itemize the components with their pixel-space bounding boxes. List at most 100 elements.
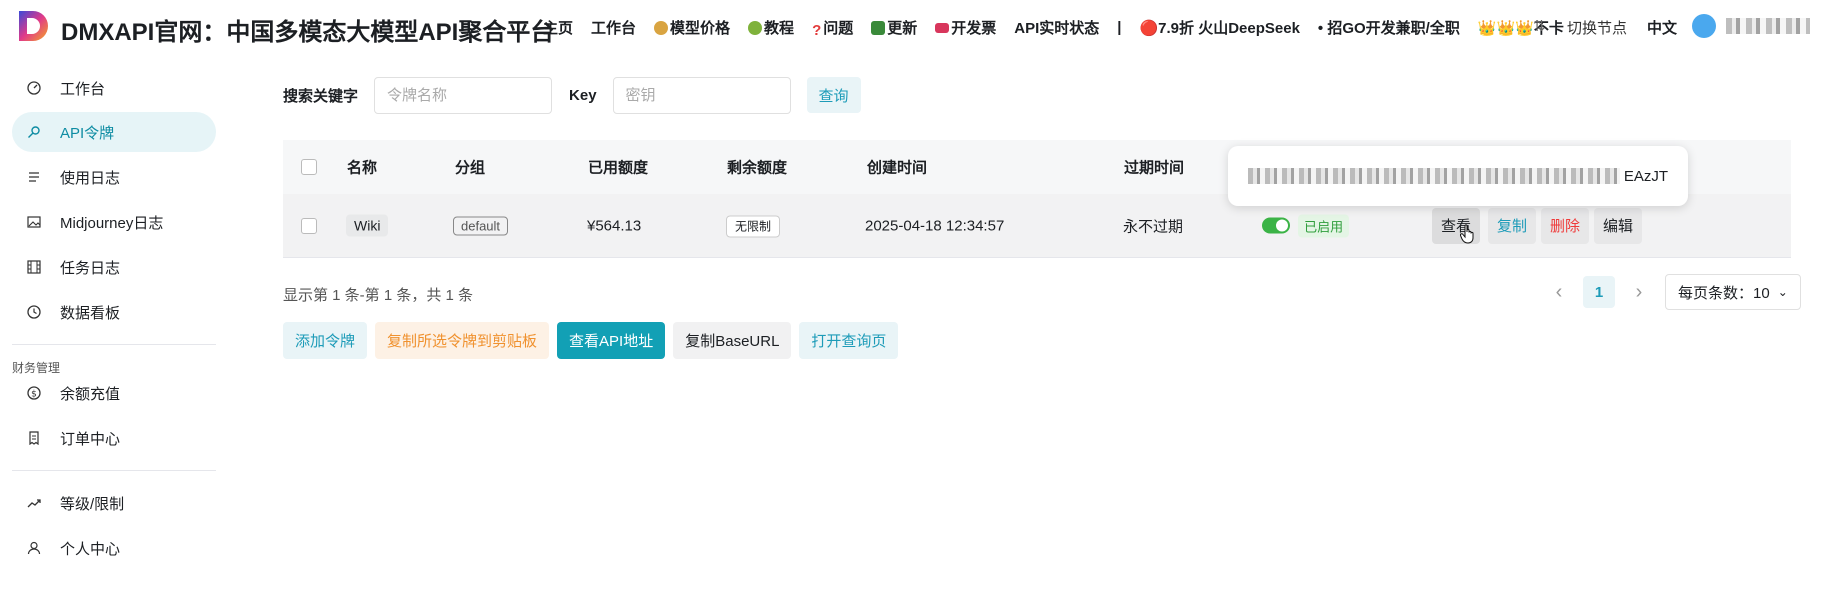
hand-cursor-icon	[1460, 224, 1474, 244]
top-header: DMXAPI官网：中国多模态大模型API聚合平台 主页 工作台 模型价格 教程 …	[0, 0, 1840, 52]
key-input[interactable]	[612, 76, 791, 114]
language-switch[interactable]: 中文	[1647, 17, 1677, 38]
sidebar-divider	[12, 470, 216, 471]
status-badge: 已启用	[1298, 214, 1350, 237]
page-number[interactable]: 1	[1583, 276, 1615, 308]
nav-model-price[interactable]: 模型价格	[654, 17, 730, 38]
sidebar-item-data-board[interactable]: 数据看板	[12, 292, 216, 332]
sidebar-divider	[12, 344, 216, 345]
user-icon	[26, 540, 42, 556]
next-page-icon[interactable]: ›	[1625, 281, 1653, 304]
delete-button[interactable]: 删除	[1541, 207, 1590, 244]
sidebar-item-level-limit[interactable]: 等级/限制	[12, 483, 216, 523]
key-label: Key	[569, 86, 597, 104]
nav-promo-hiring[interactable]: • 招GO开发兼职/全职	[1318, 17, 1460, 38]
query-button[interactable]: 查询	[806, 77, 861, 113]
nav-invoice[interactable]: 开发票	[935, 17, 996, 38]
log-icon	[26, 169, 42, 185]
view-api-address-button[interactable]: 查看API地址	[557, 322, 666, 359]
site-title[interactable]: DMXAPI官网：中国多模态大模型API聚合平台	[61, 12, 554, 47]
column-header: 分组	[455, 159, 486, 177]
nav-promo-deepseek[interactable]: 🔴7.9折 火山DeepSeek	[1140, 17, 1300, 38]
moneybag-icon	[654, 21, 669, 35]
clock-icon	[26, 304, 42, 320]
open-query-page-button[interactable]: 打开查询页	[799, 322, 899, 359]
search-bar: 搜索关键字 Key 查询	[283, 76, 861, 114]
sidebar-item-usage-log[interactable]: 使用日志	[12, 157, 216, 197]
prev-page-icon[interactable]: ‹	[1545, 281, 1573, 304]
column-header: 已用额度	[588, 159, 649, 177]
keyword-label: 搜索关键字	[283, 87, 359, 105]
sidebar-item-midjourney-log[interactable]: Midjourney日志	[12, 202, 216, 242]
key-popover: EAzJT	[1228, 146, 1688, 206]
trend-icon	[26, 495, 42, 511]
sidebar-item-label: 个人中心	[60, 540, 121, 558]
nav-updates[interactable]: 更新	[871, 17, 917, 38]
nav-workbench[interactable]: 工作台	[591, 17, 636, 38]
sidebar-item-orders[interactable]: 订单中心	[12, 418, 216, 458]
used-quota: ¥564.13	[587, 217, 642, 234]
action-bar: 添加令牌 复制所选令牌到剪贴板 查看API地址 复制BaseURL 打开查询页	[283, 322, 906, 359]
add-token-button[interactable]: 添加令牌	[283, 322, 368, 359]
sidebar-item-profile[interactable]: 个人中心	[12, 528, 216, 568]
nav-home[interactable]: 主页	[543, 17, 573, 38]
sidebar-item-label: Midjourney日志	[60, 214, 164, 232]
nav-faq[interactable]: ? 问题	[812, 17, 853, 39]
dashboard-icon	[26, 80, 42, 96]
image-icon	[26, 214, 42, 230]
sidebar-item-workbench[interactable]: 工作台	[12, 68, 216, 108]
nav-tutorial[interactable]: 教程	[748, 17, 794, 38]
sidebar-item-label: 等级/限制	[60, 495, 125, 513]
key-icon	[26, 124, 42, 140]
ticket-icon	[935, 23, 950, 33]
column-header: 名称	[347, 159, 378, 177]
row-checkbox[interactable]	[301, 217, 317, 234]
select-all-checkbox[interactable]	[301, 159, 317, 175]
copy-selected-button[interactable]: 复制所选令牌到剪贴板	[375, 322, 550, 359]
avatar[interactable]	[1692, 14, 1716, 38]
token-name-input[interactable]	[374, 76, 553, 114]
question-icon: ?	[812, 22, 822, 39]
sidebar-item-label: 余额充值	[60, 385, 121, 403]
sidebar-item-label: API令牌	[60, 124, 115, 142]
column-header: 剩余额度	[727, 159, 788, 177]
chevron-down-icon: ⌄	[1777, 285, 1788, 299]
copy-baseurl-button[interactable]: 复制BaseURL	[673, 322, 792, 359]
receipt-icon	[26, 430, 42, 446]
switch-node-icon[interactable]: ⇅	[1533, 17, 1546, 35]
switch-node-button[interactable]: 切换节点	[1567, 17, 1627, 38]
nav-api-status[interactable]: API实时状态	[1014, 17, 1099, 38]
username-redacted[interactable]	[1726, 18, 1810, 34]
sidebar-item-label: 数据看板	[60, 304, 121, 322]
group-tag: default	[453, 216, 509, 235]
sidebar-item-api-tokens[interactable]: API令牌	[12, 112, 216, 152]
expire-time: 永不过期	[1123, 218, 1184, 235]
edit-button[interactable]: 编辑	[1594, 207, 1643, 244]
book-icon	[871, 21, 886, 35]
status-toggle[interactable]	[1262, 217, 1290, 234]
sidebar-item-task-log[interactable]: 任务日志	[12, 247, 216, 287]
logo-icon[interactable]	[17, 9, 49, 43]
column-header: 过期时间	[1124, 159, 1185, 177]
snake-icon	[748, 21, 763, 35]
coin-icon: $	[26, 385, 42, 401]
pagination-summary: 显示第 1 条-第 1 条，共 1 条	[283, 287, 474, 304]
token-name: Wiki	[346, 214, 389, 236]
sidebar-item-label: 使用日志	[60, 169, 121, 187]
film-icon	[26, 259, 42, 275]
sidebar-item-label: 工作台	[60, 80, 106, 98]
column-header: 创建时间	[867, 159, 928, 177]
remaining-quota: 无限制	[726, 215, 781, 237]
sidebar: 工作台 API令牌 使用日志 Midjourney日志 任务日志 数据看板 财务…	[0, 52, 230, 591]
page-size-select[interactable]: 每页条数：10 ⌄	[1665, 274, 1801, 310]
svg-text:$: $	[31, 390, 37, 400]
nav-promo-crown[interactable]: 👑👑👑不卡	[1478, 17, 1564, 38]
sidebar-item-label: 任务日志	[60, 259, 121, 277]
created-time: 2025-04-18 12:34:57	[865, 217, 1005, 234]
key-suffix[interactable]: EAzJT	[1624, 168, 1668, 185]
sidebar-item-recharge[interactable]: $ 余额充值	[12, 373, 216, 413]
nav-separator: |	[1117, 19, 1122, 36]
copy-button[interactable]: 复制	[1488, 207, 1537, 244]
top-nav: 主页 工作台 模型价格 教程 ? 问题 更新 开发票 API实时状态 | 🔴7.9…	[543, 17, 1582, 39]
sidebar-item-label: 订单中心	[60, 430, 121, 448]
